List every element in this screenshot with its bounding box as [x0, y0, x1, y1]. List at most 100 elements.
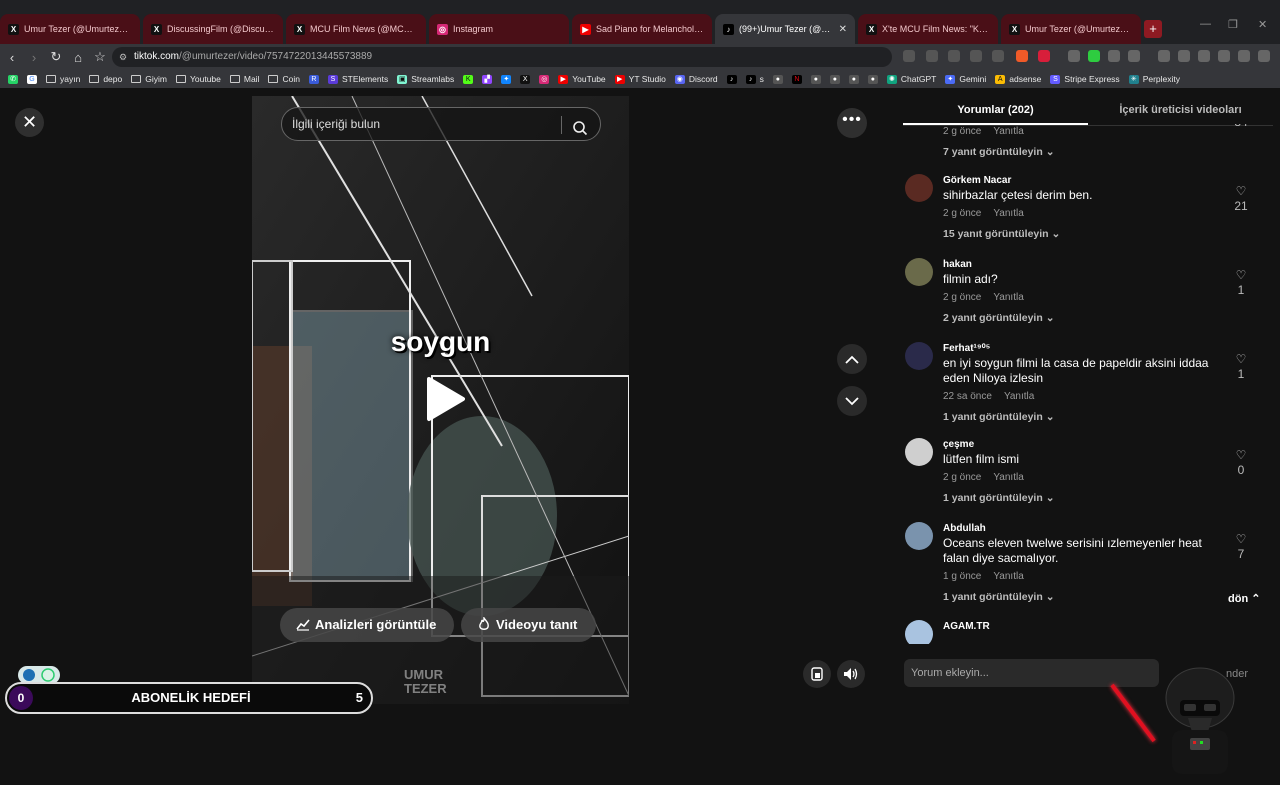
close-video-button[interactable]: ✕: [15, 108, 44, 137]
like-button[interactable]: ♡ 1: [1229, 268, 1253, 297]
brave-shield-icon[interactable]: [1016, 50, 1028, 62]
leo-icon[interactable]: [1218, 50, 1230, 62]
reply-button[interactable]: Yanıtla: [1004, 391, 1034, 402]
extension-icon[interactable]: [1088, 50, 1100, 62]
comment-username[interactable]: Abdullah: [943, 522, 1218, 536]
menu-icon[interactable]: [1258, 50, 1270, 62]
comment-username[interactable]: çeşme: [943, 438, 1218, 452]
close-window-icon[interactable]: ✕: [1258, 18, 1267, 31]
bookmark-item[interactable]: ●: [772, 74, 783, 84]
bookmark-item[interactable]: ✺ ChatGPT: [886, 74, 936, 84]
bookmark-item[interactable]: S Stripe Express: [1050, 74, 1120, 84]
view-replies-button[interactable]: 7 yanıt görüntüleyin ⌄: [943, 146, 1218, 158]
forward-icon[interactable]: ›: [24, 50, 44, 65]
view-replies-button[interactable]: 2 yanıt görüntüleyin ⌄: [943, 312, 1218, 324]
bookmark-item[interactable]: ♪ s: [745, 74, 764, 84]
browser-tab[interactable]: X DiscussingFilm (@DiscussingFilm): [143, 14, 283, 44]
new-tab-button[interactable]: +: [1144, 20, 1162, 38]
extensions-puzzle-icon[interactable]: [1108, 50, 1120, 62]
vpn-icon[interactable]: [1238, 50, 1250, 62]
previous-video-button[interactable]: [837, 344, 867, 374]
translate-icon[interactable]: [948, 50, 960, 62]
avatar[interactable]: [905, 620, 933, 644]
reply-button[interactable]: Yanıtla: [993, 126, 1023, 137]
reply-button[interactable]: Yanıtla: [993, 208, 1023, 219]
play-icon[interactable]: [425, 376, 465, 427]
comment-username[interactable]: Ferhat¹⁹⁰⁵: [943, 342, 1218, 356]
bookmark-item[interactable]: ✆: [8, 74, 18, 84]
browser-tab[interactable]: X X'te MCU Film News: "Kelsey Grammer": [858, 14, 998, 44]
browser-tab[interactable]: X MCU Film News (@MCUFilmNews): [286, 14, 426, 44]
site-info-icon[interactable]: ⚙: [119, 47, 127, 67]
media-icon[interactable]: [1158, 50, 1170, 62]
like-button[interactable]: ♡ 21: [1229, 184, 1253, 213]
bookmark-item[interactable]: Youtube: [175, 74, 221, 84]
comment-username[interactable]: hakan: [943, 258, 1218, 272]
bookmark-item[interactable]: ●: [867, 74, 878, 84]
url-field[interactable]: ⚙ tiktok.com/@umurtezer/video/75747220134…: [112, 47, 892, 67]
view-replies-button[interactable]: 1 yanıt görüntüleyin ⌄: [943, 591, 1218, 603]
bookmark-star-icon[interactable]: ☆: [90, 49, 110, 65]
bookmark-item[interactable]: ✳ Perplexity: [1128, 74, 1180, 84]
comment-username[interactable]: Görkem Nacar: [943, 174, 1218, 188]
home-icon[interactable]: ⌂: [68, 50, 88, 65]
next-video-button[interactable]: [837, 386, 867, 416]
comment-input[interactable]: Yorum ekleyin...: [904, 659, 1159, 687]
reload-icon[interactable]: ↻: [46, 49, 66, 65]
bookmark-item[interactable]: ▶ YT Studio: [614, 74, 666, 84]
view-replies-button[interactable]: 1 yanıt görüntüleyin ⌄: [943, 411, 1218, 423]
bookmark-item[interactable]: Coin: [268, 74, 300, 84]
bookmark-item[interactable]: ▞: [482, 74, 493, 84]
bookmark-item[interactable]: Aadsense: [995, 74, 1041, 84]
bookmark-item[interactable]: G: [27, 74, 37, 84]
bookmark-item[interactable]: R: [308, 74, 319, 84]
more-options-button[interactable]: •••: [837, 108, 867, 138]
reply-button[interactable]: Yanıtla: [993, 571, 1023, 582]
close-tab-icon[interactable]: ✕: [839, 24, 847, 35]
bookmark-item[interactable]: Mail: [229, 74, 259, 84]
like-button[interactable]: ♡ 7: [1229, 532, 1253, 561]
avatar[interactable]: [905, 522, 933, 550]
search-icon[interactable]: [572, 116, 588, 148]
tab-creator-videos[interactable]: İçerik üreticisi videoları: [1088, 98, 1273, 125]
bookmark-item[interactable]: S STElements: [327, 74, 388, 84]
reply-button[interactable]: Yanıtla: [993, 472, 1023, 483]
browser-tab[interactable]: ◎ Instagram: [429, 14, 569, 44]
like-button[interactable]: ♡ 0: [1229, 448, 1253, 477]
bookmark-item[interactable]: ▶ YouTube: [558, 74, 606, 84]
view-analytics-button[interactable]: Analizleri görüntüle: [280, 608, 454, 642]
bookmark-item[interactable]: X: [520, 74, 531, 84]
promote-video-button[interactable]: Videoyu tanıt: [461, 608, 596, 642]
sidebar-icon[interactable]: [1178, 50, 1190, 62]
browser-tab[interactable]: ♪ (99+)Umur Tezer (@umurtezer) ✕: [715, 14, 855, 44]
browser-tab[interactable]: ▶ Sad Piano for Melancholic Moments: [572, 14, 712, 44]
bookmark-item[interactable]: ▣ Streamlabs: [397, 74, 454, 84]
view-replies-button[interactable]: 1 yanıt görüntüleyin ⌄: [943, 492, 1218, 504]
like-button[interactable]: ♡ 1: [1229, 352, 1253, 381]
browser-tab[interactable]: X Umur Tezer (@Umurtezer) / X: [1001, 14, 1141, 44]
share-icon[interactable]: [992, 50, 1004, 62]
extension-icon[interactable]: [926, 50, 938, 62]
browser-tab[interactable]: X Umur Tezer (@Umurtezer) / X: [0, 14, 140, 44]
extension-icon[interactable]: [1068, 50, 1080, 62]
bookmark-item[interactable]: N: [791, 74, 802, 84]
view-replies-button[interactable]: 15 yanıt görüntüleyin ⌄: [943, 228, 1218, 240]
bookmark-item[interactable]: ●: [848, 74, 859, 84]
wallet-icon[interactable]: [1198, 50, 1210, 62]
bookmark-item[interactable]: ●: [810, 74, 821, 84]
back-icon[interactable]: ‹: [2, 50, 22, 65]
picture-in-picture-button[interactable]: [803, 660, 831, 688]
hide-comments-button[interactable]: dön ⌃: [1228, 592, 1260, 605]
extension-icon[interactable]: [903, 50, 915, 62]
avatar[interactable]: [905, 258, 933, 286]
bookmark-item[interactable]: depo: [89, 74, 122, 84]
minimize-icon[interactable]: —: [1200, 18, 1211, 30]
maximize-icon[interactable]: ❐: [1228, 18, 1238, 31]
extension-icon[interactable]: [1128, 50, 1140, 62]
bookmark-item[interactable]: K: [463, 74, 474, 84]
rewards-icon[interactable]: [1038, 50, 1050, 62]
comment-username[interactable]: AGAM.TR: [943, 620, 1218, 634]
bookmark-item[interactable]: ◉ Discord: [674, 74, 718, 84]
reply-button[interactable]: Yanıtla: [993, 292, 1023, 303]
bookmark-item[interactable]: ♪: [726, 74, 737, 84]
